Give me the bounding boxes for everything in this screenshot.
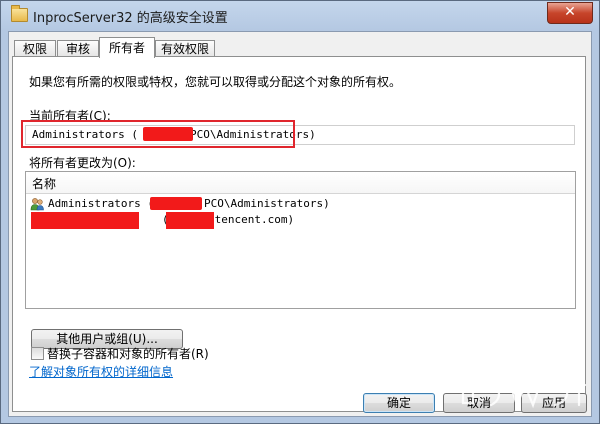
window-title: InprocServer32 的高级安全设置 [33,11,228,26]
tab-effective-permissions[interactable]: 有效权限 [155,40,215,57]
owner-candidates-list[interactable]: 名称 Administrators ( PCO\Administrators) t… [25,171,576,309]
change-owner-label: 将所有者更改为(O): [29,156,136,170]
list-item-1-domain: tencent.com) [214,213,295,226]
list-item-0-name: Administrators ( [48,197,154,210]
replace-owner-label[interactable]: 替换子容器和对象的所有者(R) [47,345,209,362]
list-item[interactable]: Administrators ( PCO\Administrators) [26,196,575,212]
tab-permissions[interactable]: 权限 [14,40,56,57]
tab-owner[interactable]: 所有者 [99,37,155,58]
list-column-header[interactable]: 名称 [26,172,575,194]
list-item-0-domain: PCO\Administrators) [203,197,330,210]
group-icon [30,198,44,211]
redaction-mark [166,212,214,229]
redaction-mark [31,212,139,229]
dialog-window: InprocServer32 的高级安全设置 ✕ 权限 审核 所有者 有效权限 … [0,0,600,424]
highlight-box [21,120,295,148]
description-text: 如果您有所需的权限或特权，您就可以取得或分配这个对象的所有权。 [29,75,402,89]
ok-button[interactable]: 确定 [363,393,435,413]
list-item[interactable]: (tencent.com) [26,212,575,229]
replace-owner-checkbox[interactable] [31,347,44,360]
redaction-mark [150,197,202,210]
watermark-logo [461,379,587,409]
ownership-details-link[interactable]: 了解对象所有权的详细信息 [29,363,173,380]
column-name-label: 名称 [32,177,57,191]
tab-auditing[interactable]: 审核 [57,40,99,57]
title-bar[interactable]: InprocServer32 的高级安全设置 ✕ [1,1,599,31]
dialog-client-area: 权限 审核 所有者 有效权限 如果您有所需的权限或特权，您就可以取得或分配这个对… [8,31,592,417]
close-button[interactable]: ✕ [547,2,593,24]
owner-tab-panel: 如果您有所需的权限或特权，您就可以取得或分配这个对象的所有权。 当前所有者(C)… [12,56,586,412]
folder-icon [11,5,28,22]
